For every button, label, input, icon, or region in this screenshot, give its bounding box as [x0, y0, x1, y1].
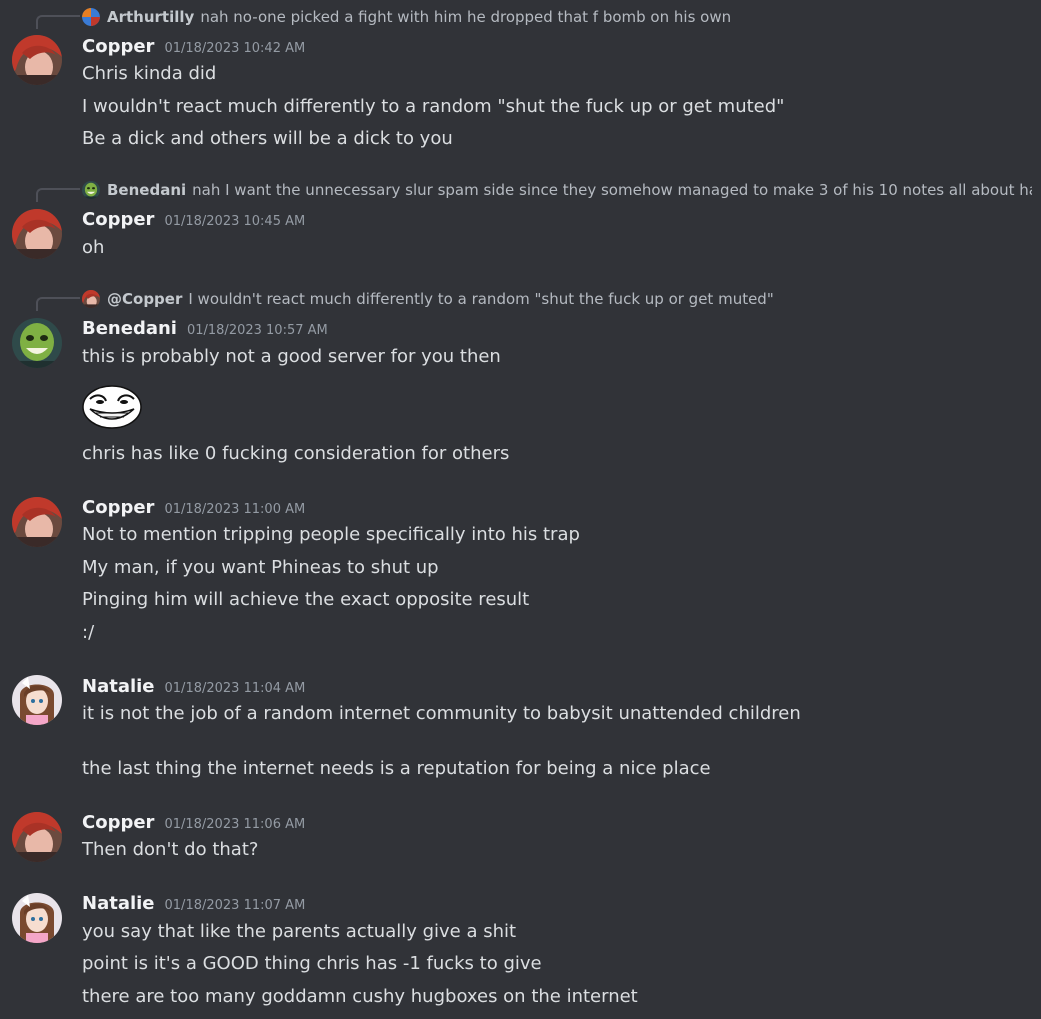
reply-text: nah no-one picked a fight with him he dr…: [200, 8, 732, 26]
reply-text: nah I want the unnecessary slur spam sid…: [192, 181, 1032, 199]
avatar[interactable]: [12, 209, 62, 259]
message-header: Copper 01/18/2023 11:06 AM: [82, 812, 305, 833]
timestamp: 01/18/2023 11:04 AM: [164, 681, 306, 696]
avatar[interactable]: [12, 497, 62, 547]
username[interactable]: Benedani: [82, 318, 177, 339]
reply-spine: [36, 188, 80, 202]
timestamp: 01/18/2023 11:06 AM: [164, 817, 306, 832]
avatar[interactable]: [12, 812, 62, 862]
reply-author[interactable]: Benedani: [107, 181, 186, 199]
message-text: there are too many goddamn cushy hugboxe…: [82, 986, 638, 1007]
message-header: Copper 01/18/2023 10:45 AM: [82, 209, 305, 230]
message-text: Not to mention tripping people specifica…: [82, 524, 580, 545]
username[interactable]: Copper: [82, 497, 154, 518]
message-text: I wouldn't react much differently to a r…: [82, 96, 785, 117]
message-header: Natalie 01/18/2023 11:04 AM: [82, 676, 305, 697]
username[interactable]: Copper: [82, 812, 154, 833]
avatar[interactable]: [12, 35, 62, 85]
message-text: oh: [82, 237, 105, 258]
username[interactable]: Copper: [82, 36, 154, 57]
reply-avatar: [82, 8, 100, 26]
reply-spine: [36, 297, 80, 311]
username[interactable]: Natalie: [82, 893, 155, 914]
message-header: Copper 01/18/2023 10:42 AM: [82, 36, 305, 57]
message-text: Chris kinda did: [82, 63, 217, 84]
avatar[interactable]: [12, 893, 62, 943]
reply-spine: [36, 15, 80, 29]
timestamp: 01/18/2023 11:07 AM: [164, 898, 306, 913]
message-text: Then don't do that?: [82, 839, 259, 860]
message-text: :/: [82, 622, 95, 643]
message-text: My man, if you want Phineas to shut up: [82, 557, 439, 578]
timestamp: 01/18/2023 10:45 AM: [164, 214, 306, 229]
reply-author[interactable]: @Copper: [107, 290, 182, 308]
reply-author[interactable]: Arthurtilly: [107, 8, 194, 26]
username[interactable]: Copper: [82, 209, 154, 230]
message-text: it is not the job of a random internet c…: [82, 703, 801, 724]
message-text: point is it's a GOOD thing chris has -1 …: [82, 953, 542, 974]
message-header: Natalie 01/18/2023 11:07 AM: [82, 893, 305, 914]
trollface-emoji[interactable]: [82, 385, 142, 429]
message-text: you say that like the parents actually g…: [82, 921, 517, 942]
reply-text: I wouldn't react much differently to a r…: [188, 290, 774, 308]
message-text: the last thing the internet needs is a r…: [82, 758, 711, 779]
reply-preview[interactable]: @Copper I wouldn't react much differentl…: [82, 288, 1032, 310]
reply-preview[interactable]: Benedani nah I want the unnecessary slur…: [82, 179, 1032, 201]
reply-avatar: [82, 181, 100, 199]
message-header: Benedani 01/18/2023 10:57 AM: [82, 318, 328, 339]
reply-avatar: [82, 290, 100, 308]
message-text: Pinging him will achieve the exact oppos…: [82, 589, 530, 610]
message-text: chris has like 0 fucking consideration f…: [82, 443, 510, 464]
timestamp: 01/18/2023 10:57 AM: [186, 323, 328, 338]
timestamp: 01/18/2023 11:00 AM: [164, 502, 306, 517]
avatar[interactable]: [12, 318, 62, 368]
reply-preview[interactable]: Arthurtilly nah no-one picked a fight wi…: [82, 6, 1032, 28]
message-text: Be a dick and others will be a dick to y…: [82, 128, 453, 149]
message-text: this is probably not a good server for y…: [82, 346, 501, 367]
message-header: Copper 01/18/2023 11:00 AM: [82, 497, 305, 518]
timestamp: 01/18/2023 10:42 AM: [164, 41, 306, 56]
avatar[interactable]: [12, 675, 62, 725]
username[interactable]: Natalie: [82, 676, 155, 697]
